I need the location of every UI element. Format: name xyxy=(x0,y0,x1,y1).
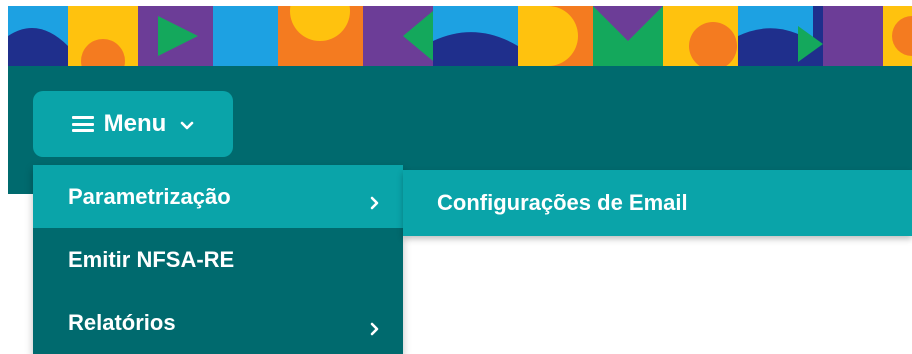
decorative-banner xyxy=(8,6,912,66)
dropdown-menu: Parametrização Emitir NFSA-RE Relatórios xyxy=(33,165,403,354)
dropdown-item-label: Emitir NFSA-RE xyxy=(68,246,235,272)
chevron-right-icon xyxy=(367,190,381,209)
dropdown-item-parametrizacao[interactable]: Parametrização xyxy=(33,165,403,228)
dropdown-item-emitir-nfsa-re[interactable]: Emitir NFSA-RE xyxy=(33,228,403,291)
chevron-down-icon xyxy=(180,110,194,138)
chevron-right-icon xyxy=(367,316,381,335)
submenu-parametrizacao: Configurações de Email xyxy=(403,170,912,236)
menu-button[interactable]: Menu xyxy=(33,91,233,157)
hamburger-icon xyxy=(71,115,94,133)
banner-pattern xyxy=(8,6,912,66)
menu-button-label: Menu xyxy=(103,110,167,137)
dropdown-item-label: Relatórios xyxy=(68,309,176,335)
dropdown-item-label: Parametrização xyxy=(68,183,231,209)
submenu-item-configuracoes-de-email[interactable]: Configurações de Email xyxy=(403,170,912,236)
submenu-item-label: Configurações de Email xyxy=(437,190,688,215)
dropdown-item-relatorios[interactable]: Relatórios xyxy=(33,291,403,354)
